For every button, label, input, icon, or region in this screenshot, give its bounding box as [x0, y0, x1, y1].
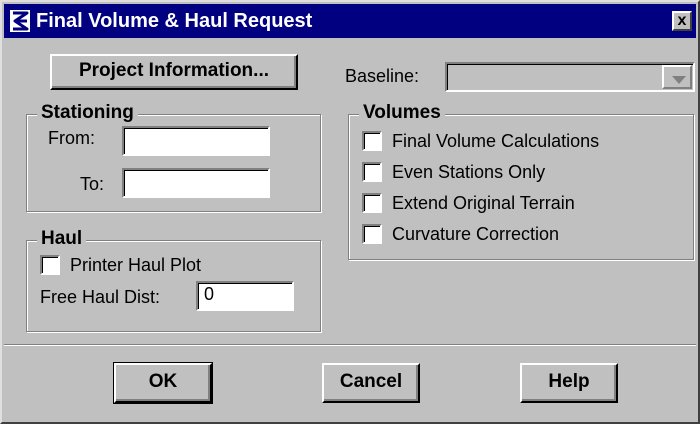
cancel-label: Cancel: [339, 371, 403, 392]
extend-original-terrain-checkbox[interactable]: Extend Original Terrain: [362, 192, 682, 216]
baseline-label: Baseline:: [345, 66, 420, 86]
to-label: To:: [80, 174, 105, 194]
volumes-title: Volumes: [359, 101, 445, 125]
checkbox-box[interactable]: [362, 193, 382, 213]
baseline-dropdown[interactable]: [445, 62, 695, 92]
free-haul-dist-value: 0: [204, 284, 215, 304]
checkbox-label: Curvature Correction: [392, 224, 560, 244]
help-button[interactable]: Help: [520, 363, 618, 403]
from-field[interactable]: [122, 126, 270, 156]
curvature-correction-checkbox[interactable]: Curvature Correction: [362, 223, 682, 247]
baseline-dropdown-button[interactable]: [662, 65, 692, 89]
even-stations-only-checkbox[interactable]: Even Stations Only: [362, 161, 682, 185]
title-bar[interactable]: Final Volume & Haul Request x: [4, 4, 696, 38]
free-haul-dist-field[interactable]: 0: [196, 281, 294, 311]
to-field[interactable]: [122, 168, 270, 198]
close-button[interactable]: x: [672, 11, 692, 31]
close-icon: x: [677, 12, 687, 29]
checkbox-label: Final Volume Calculations: [392, 131, 600, 151]
ok-button[interactable]: OK: [113, 362, 213, 404]
separator-highlight: [4, 345, 696, 346]
help-label: Help: [548, 371, 590, 392]
cancel-button[interactable]: Cancel: [322, 363, 420, 403]
checkbox-box[interactable]: [362, 162, 382, 182]
printer-haul-plot-label: Printer Haul Plot: [70, 255, 202, 275]
project-information-label: Project Information...: [78, 60, 270, 81]
free-haul-dist-label: Free Haul Dist:: [40, 287, 161, 307]
checkbox-label: Even Stations Only: [392, 162, 546, 182]
stationing-title: Stationing: [37, 101, 138, 125]
app-icon: [10, 10, 30, 32]
project-information-button[interactable]: Project Information...: [50, 54, 298, 90]
from-label: From:: [48, 128, 95, 148]
printer-haul-plot-checkbox[interactable]: Printer Haul Plot: [40, 254, 300, 278]
checkbox-box[interactable]: [362, 131, 382, 151]
haul-title: Haul: [37, 227, 87, 251]
final-volume-calculations-checkbox[interactable]: Final Volume Calculations: [362, 130, 682, 154]
checkbox-label: Extend Original Terrain: [392, 193, 575, 213]
window-title: Final Volume & Haul Request: [36, 10, 313, 32]
ok-label: OK: [148, 371, 178, 392]
checkbox-box[interactable]: [40, 255, 60, 275]
checkbox-box[interactable]: [362, 224, 382, 244]
dialog-window: Final Volume & Haul Request x Project In…: [0, 0, 700, 424]
chevron-down-icon: [672, 76, 686, 84]
